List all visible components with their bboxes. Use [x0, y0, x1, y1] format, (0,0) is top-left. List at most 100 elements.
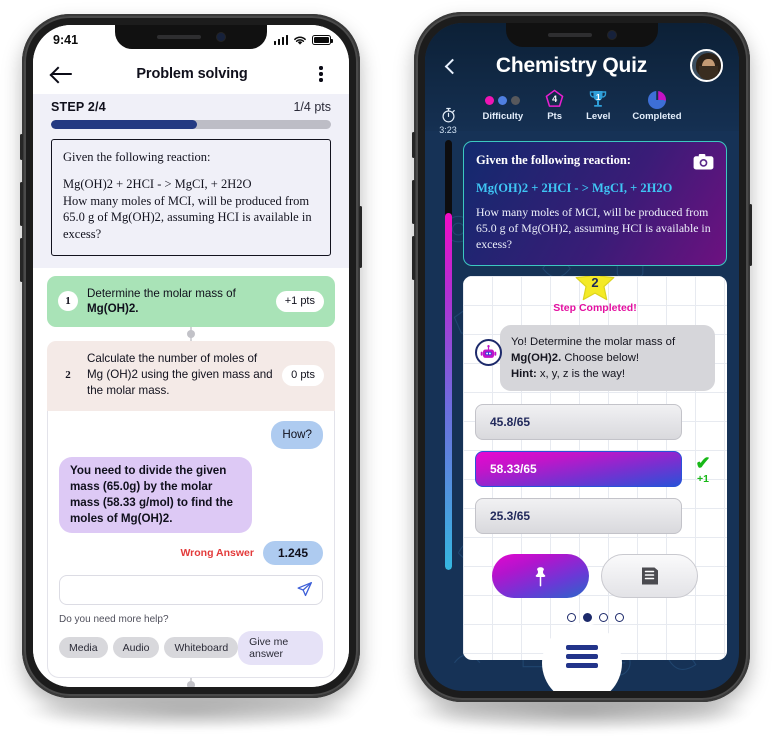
step-text-prefix: Determine the molar mass of: [87, 286, 236, 300]
bot-line-suffix: Choose below!: [561, 352, 640, 365]
step-points-badge: +1 pts: [275, 290, 324, 312]
step-points-badge: 0 pts: [282, 364, 324, 386]
mute-switch[interactable]: [412, 132, 415, 158]
help-chip-whiteboard[interactable]: Whiteboard: [164, 637, 239, 659]
mute-switch[interactable]: [20, 134, 23, 160]
step-number: 2: [65, 369, 71, 382]
front-camera-icon: [608, 31, 616, 39]
page-dot[interactable]: [614, 613, 624, 623]
step-text: Determine the molar mass of Mg(OH)2.: [87, 286, 267, 318]
step-card-1[interactable]: 1 Determine the molar mass of Mg(OH)2. +…: [47, 275, 335, 328]
phone-shadow-left: [24, 694, 354, 730]
phone-left: 9:41 Problem solving STEP 2/4 1/4 pts Gi…: [20, 14, 362, 698]
help-chip-media[interactable]: Media: [59, 637, 108, 659]
answer-row: Wrong Answer 1.245: [59, 540, 323, 565]
robot-icon: [475, 339, 502, 367]
give-me-answer-button[interactable]: Give me answer: [238, 630, 323, 665]
send-paper-plane-icon[interactable]: [296, 581, 313, 598]
camera-icon[interactable]: [693, 153, 714, 170]
bot-message-bubble: Yo! Determine the molar mass of Mg(OH)2.…: [493, 325, 715, 392]
user-avatar[interactable]: [690, 49, 723, 82]
chat-row-user: How?: [59, 420, 323, 449]
book-icon: [641, 567, 658, 585]
bot-message-row: Yo! Determine the molar mass of Mg(OH)2.…: [475, 325, 715, 392]
step-completed-caption: Step Completed!: [553, 302, 637, 315]
stat-value: 4: [552, 93, 558, 104]
power-button[interactable]: [359, 206, 362, 268]
star-number: 2: [591, 276, 599, 290]
pie-chart-icon: [647, 91, 666, 109]
kebab-menu-icon[interactable]: [311, 64, 331, 84]
question-equation: Mg(OH)2 + 2HCI - > MgCI, + 2H2O: [63, 177, 252, 191]
earpiece-speaker: [548, 33, 592, 37]
timer-value: 3:23: [439, 125, 457, 135]
back-arrow-icon[interactable]: [51, 65, 73, 83]
hint-label: Hint:: [511, 368, 537, 381]
question-equation: Mg(OH)2 + 2HCI - > MgCI, + 2H2O: [476, 181, 673, 195]
tutor-chat-bubble: You need to divide the given mass (65.0g…: [59, 456, 252, 533]
back-chevron-icon[interactable]: [441, 57, 459, 75]
answer-option-row: 25.3/65: [475, 498, 715, 535]
help-chip-audio[interactable]: Audio: [112, 637, 160, 659]
stat-label: Level: [586, 111, 611, 122]
volume-up-button[interactable]: [412, 180, 415, 224]
chat-row-tutor: You need to divide the given mass (65.0g…: [59, 456, 323, 533]
answer-option-mark: ✔ +1: [691, 454, 715, 485]
app-header: Problem solving: [33, 55, 349, 94]
step-label: STEP 2/4: [51, 100, 106, 114]
book-button[interactable]: [601, 554, 698, 599]
page-dot[interactable]: [566, 613, 576, 623]
page-indicator[interactable]: [475, 613, 715, 623]
progress-section: STEP 2/4 1/4 pts: [33, 94, 349, 139]
wrong-answer-label: Wrong Answer: [180, 546, 254, 559]
question-lead: Given the following reaction:: [63, 150, 211, 164]
step-card-2[interactable]: 2 Calculate the number of moles of Mg (O…: [47, 341, 335, 411]
step-connector: [33, 677, 349, 687]
check-icon: ✔: [695, 452, 711, 473]
question-text: How many moles of MCI, will be produced …: [63, 193, 312, 241]
chat-input-container[interactable]: [59, 574, 323, 605]
steps-list[interactable]: 1 Determine the molar mass of Mg(OH)2. +…: [33, 267, 349, 687]
signal-bars-icon: [273, 35, 288, 45]
chat-input[interactable]: [69, 583, 296, 596]
stat-label: Difficulty: [482, 111, 524, 122]
question-box-wrapper: Given the following reaction: Mg(OH)2 + …: [33, 139, 349, 268]
progress-bar: [51, 120, 331, 129]
stat-label: Pts: [547, 111, 563, 122]
volume-down-button[interactable]: [20, 238, 23, 282]
timer-track: [444, 140, 452, 570]
star-icon: 2: [575, 276, 615, 301]
quiz-content-sheet: 2 Step Completed! Yo! Determine the mola…: [463, 276, 727, 661]
three-dots-icon: [485, 92, 521, 108]
answer-option-row: 58.33/65 ✔ +1: [475, 451, 715, 488]
volume-up-button[interactable]: [20, 182, 23, 226]
power-button[interactable]: [749, 204, 752, 266]
stat-level: 1 Level: [586, 89, 610, 122]
pentagon-icon: 4: [545, 89, 564, 108]
answer-option-row: 45.8/65: [475, 404, 715, 441]
page-dot[interactable]: [598, 613, 608, 623]
timer-fill: [444, 213, 452, 570]
stat-difficulty: Difficulty: [482, 92, 523, 122]
answer-option-3[interactable]: 25.3/65: [475, 498, 682, 535]
step-number: 1: [58, 291, 78, 312]
trophy-icon: 1: [588, 89, 608, 108]
quiz-question-card: Given the following reaction: Mg(OH)2 + …: [463, 141, 727, 267]
answer-option-1[interactable]: 45.8/65: [475, 404, 682, 441]
chat-panel: How? You need to divide the given mass (…: [47, 410, 335, 678]
stat-completed: Completed: [632, 91, 682, 122]
volume-down-button[interactable]: [412, 236, 415, 280]
question-lead: Given the following reaction:: [476, 153, 631, 167]
help-prompt-label: Do you need more help?: [59, 613, 169, 625]
help-actions-row: Media Audio Whiteboard Give me answer: [59, 630, 323, 665]
action-buttons-row: [475, 554, 715, 599]
pin-button[interactable]: [492, 554, 589, 599]
stopwatch-icon: [441, 107, 455, 123]
answer-options: 45.8/65 58.33/65 ✔ +1 25.3/65: [475, 404, 715, 535]
stat-pts: 4 Pts: [545, 89, 564, 122]
page-dot-active[interactable]: [582, 613, 592, 623]
answer-option-2-selected[interactable]: 58.33/65: [475, 451, 682, 488]
points-earned: +1: [697, 472, 709, 485]
stat-label: Completed: [632, 111, 682, 122]
question-body: Mg(OH)2 + 2HCI - > MgCI, + 2H2O How many…: [63, 176, 319, 243]
